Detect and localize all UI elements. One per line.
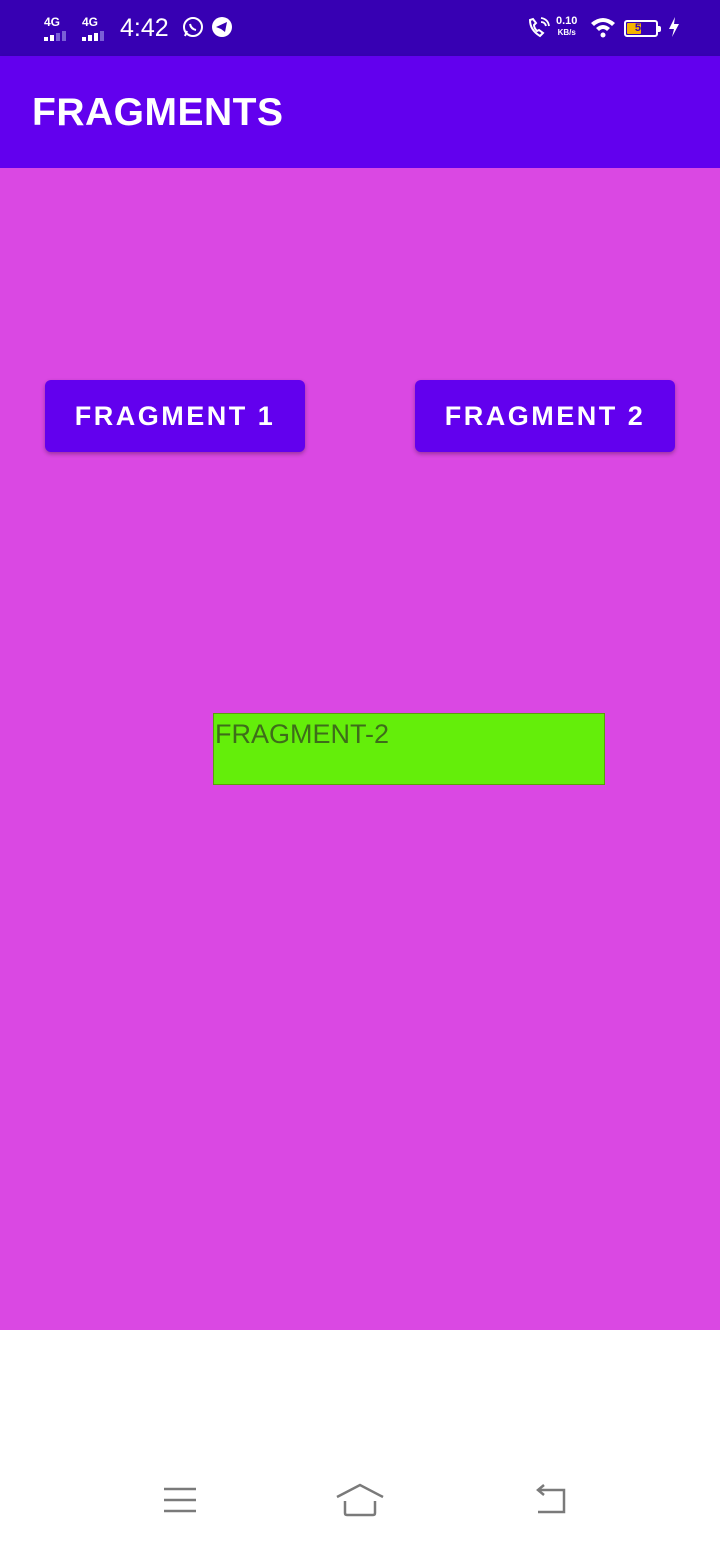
back-icon: [530, 1483, 570, 1521]
back-button[interactable]: [520, 1478, 580, 1526]
main-content: FRAGMENT 1 FRAGMENT 2 FRAGMENT-2: [0, 168, 720, 1330]
wifi-icon: [590, 16, 616, 43]
battery-level: 52: [634, 22, 648, 34]
network-speed-unit: KB/s: [557, 28, 576, 37]
charging-icon: [668, 16, 680, 43]
sim1-network-type: 4G: [44, 15, 61, 29]
sim2-signal: 4G: [82, 16, 104, 41]
telegram-icon: [211, 16, 233, 43]
home-button[interactable]: [330, 1478, 390, 1526]
sim2-network-type: 4G: [82, 15, 99, 29]
fragment-container: FRAGMENT-2: [213, 713, 605, 785]
fragment-1-button[interactable]: FRAGMENT 1: [45, 380, 305, 452]
wifi-calling-icon: [526, 16, 550, 45]
sim1-signal: 4G: [44, 16, 66, 41]
fragment-2-button[interactable]: FRAGMENT 2: [415, 380, 675, 452]
battery-icon: 52: [624, 20, 661, 37]
app-bar: FRAGMENTS: [0, 56, 720, 168]
signal-bars-icon: [82, 31, 104, 41]
app-title: FRAGMENTS: [32, 91, 284, 134]
fragment-label: FRAGMENT-2: [215, 719, 390, 749]
status-bar: 4G 4G 4:42 0.10 KB/s 52: [0, 0, 720, 56]
navigation-bar: [0, 1330, 720, 1544]
clock: 4:42: [120, 14, 169, 42]
network-speed-value: 0.10: [556, 15, 578, 27]
menu-button[interactable]: [150, 1478, 210, 1526]
signal-bars-icon: [44, 31, 66, 41]
home-icon: [335, 1483, 385, 1522]
network-speed: 0.10 KB/s: [556, 16, 577, 38]
menu-icon: [162, 1485, 198, 1520]
whatsapp-icon: [182, 16, 204, 43]
